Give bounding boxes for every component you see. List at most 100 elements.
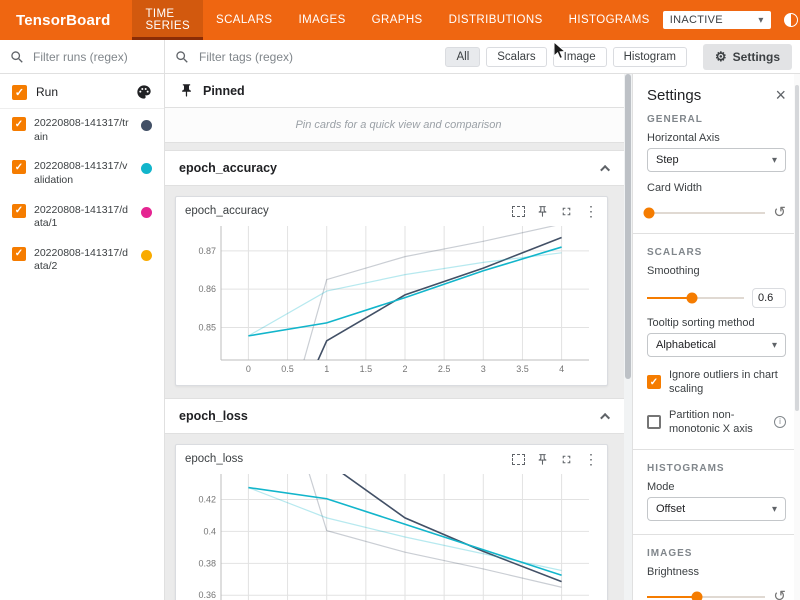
slider-thumb[interactable] bbox=[691, 591, 702, 600]
tag-filter-chips: All Scalars Image Histogram ⚙ Settings bbox=[445, 44, 792, 70]
chevron-up-icon[interactable] bbox=[600, 412, 610, 422]
tab-images[interactable]: IMAGES bbox=[286, 0, 359, 40]
pin-icon bbox=[179, 83, 194, 98]
status-dropdown[interactable]: INACTIVE ▾ bbox=[663, 11, 771, 29]
general-section-label: GENERAL bbox=[647, 114, 786, 125]
svg-text:0.87: 0.87 bbox=[198, 246, 216, 256]
epoch-loss-line-chart[interactable]: 00.511.522.533.540.360.380.40.42 bbox=[185, 468, 599, 600]
horizontal-axis-label: Horizontal Axis bbox=[647, 132, 786, 144]
reset-icon[interactable]: ↺ bbox=[773, 589, 786, 600]
images-section-label: IMAGES bbox=[647, 548, 786, 559]
fullscreen-icon[interactable] bbox=[560, 205, 573, 218]
section-body-epoch-loss: epoch_loss ⋮ bbox=[165, 434, 632, 600]
settings-button[interactable]: ⚙ Settings bbox=[703, 44, 792, 70]
svg-text:0: 0 bbox=[246, 364, 251, 374]
tensorboard-app: TensorBoard TIME SERIES SCALARS IMAGES G… bbox=[0, 0, 800, 600]
fullscreen-icon[interactable] bbox=[560, 453, 573, 466]
smoothing-value-input[interactable]: 0.6 bbox=[752, 288, 786, 308]
filter-tags-input[interactable] bbox=[197, 49, 427, 65]
chart-card-epoch-loss: epoch_loss ⋮ bbox=[175, 444, 608, 600]
svg-text:2: 2 bbox=[402, 364, 407, 374]
run-checkbox[interactable]: ✓ bbox=[12, 160, 26, 174]
more-options-icon[interactable]: ⋮ bbox=[584, 204, 598, 218]
horizontal-axis-select[interactable]: Step ▾ bbox=[647, 148, 786, 172]
chevron-down-icon: ▾ bbox=[772, 504, 777, 515]
run-color-dot bbox=[141, 207, 152, 218]
svg-text:0.86: 0.86 bbox=[198, 284, 216, 294]
select-all-runs-checkbox[interactable]: ✓ bbox=[12, 85, 27, 100]
svg-text:0.4: 0.4 bbox=[203, 526, 216, 536]
run-label: 20220808-141317/data/2 bbox=[34, 247, 133, 274]
slider-thumb[interactable] bbox=[644, 207, 655, 218]
runs-sidebar: ✓ Run ✓ 20220808-141317/train ✓ 20220808… bbox=[0, 40, 165, 600]
svg-text:1: 1 bbox=[324, 364, 329, 374]
run-color-dot bbox=[141, 250, 152, 261]
card-width-slider[interactable] bbox=[647, 212, 765, 214]
ignore-outliers-row[interactable]: ✓ Ignore outliers in chart scaling bbox=[647, 368, 786, 397]
scrollbar-thumb[interactable] bbox=[625, 74, 631, 379]
tab-time-series[interactable]: TIME SERIES bbox=[132, 0, 203, 40]
run-label: 20220808-141317/validation bbox=[34, 160, 133, 187]
pin-icon[interactable] bbox=[536, 453, 549, 466]
smoothing-label: Smoothing bbox=[647, 265, 786, 277]
pin-icon[interactable] bbox=[536, 205, 549, 218]
filter-chip-all[interactable]: All bbox=[445, 47, 480, 67]
filter-chip-histogram[interactable]: Histogram bbox=[613, 47, 687, 67]
svg-text:0.36: 0.36 bbox=[198, 590, 216, 600]
chevron-down-icon: ▾ bbox=[772, 155, 777, 166]
run-row-data-2[interactable]: ✓ 20220808-141317/data/2 bbox=[0, 239, 164, 282]
pinned-title: Pinned bbox=[203, 84, 245, 98]
smoothing-slider[interactable] bbox=[647, 297, 744, 299]
scrollbar-thumb[interactable] bbox=[795, 85, 799, 411]
tab-scalars[interactable]: SCALARS bbox=[203, 0, 286, 40]
slider-thumb[interactable] bbox=[686, 293, 697, 304]
settings-scrollbar[interactable] bbox=[794, 74, 800, 600]
run-checkbox[interactable]: ✓ bbox=[12, 204, 26, 218]
app-header: TensorBoard TIME SERIES SCALARS IMAGES G… bbox=[0, 0, 800, 40]
settings-panel: Settings × GENERAL Horizontal Axis Step … bbox=[632, 74, 800, 600]
tab-distributions[interactable]: DISTRIBUTIONS bbox=[436, 0, 556, 40]
brightness-label: Brightness bbox=[647, 566, 786, 578]
reset-icon[interactable]: ↺ bbox=[773, 205, 786, 220]
run-color-dot bbox=[141, 163, 152, 174]
run-color-dot bbox=[141, 120, 152, 131]
more-options-icon[interactable]: ⋮ bbox=[584, 452, 598, 466]
section-header-epoch-loss[interactable]: epoch_loss bbox=[165, 398, 632, 434]
run-checkbox[interactable]: ✓ bbox=[12, 117, 26, 131]
info-icon[interactable]: i bbox=[774, 416, 786, 428]
card-width-label: Card Width bbox=[647, 182, 786, 194]
run-label: 20220808-141317/train bbox=[34, 117, 133, 144]
selection-box-icon[interactable] bbox=[512, 206, 525, 217]
main-scrollbar[interactable] bbox=[624, 74, 632, 600]
svg-text:0.85: 0.85 bbox=[198, 322, 216, 332]
histogram-mode-select[interactable]: Offset ▾ bbox=[647, 497, 786, 521]
chart-card-epoch-accuracy: epoch_accuracy ⋮ bbox=[175, 196, 608, 386]
tab-graphs[interactable]: GRAPHS bbox=[359, 0, 436, 40]
theme-toggle-icon[interactable] bbox=[780, 9, 800, 31]
partition-x-axis-row[interactable]: Partition non-monotonic X axis i bbox=[647, 408, 786, 437]
palette-icon[interactable] bbox=[136, 84, 152, 100]
svg-text:4: 4 bbox=[559, 364, 564, 374]
tab-histograms[interactable]: HISTOGRAMS bbox=[556, 0, 663, 40]
run-row-data-1[interactable]: ✓ 20220808-141317/data/1 bbox=[0, 196, 164, 239]
tooltip-sort-select[interactable]: Alphabetical ▾ bbox=[647, 333, 786, 357]
svg-text:2.5: 2.5 bbox=[438, 364, 451, 374]
search-icon bbox=[10, 50, 24, 64]
scalars-section-label: SCALARS bbox=[647, 247, 786, 258]
chevron-up-icon[interactable] bbox=[600, 164, 610, 174]
filter-chip-image[interactable]: Image bbox=[553, 47, 607, 67]
ignore-outliers-checkbox[interactable]: ✓ bbox=[647, 375, 661, 389]
run-row-validation[interactable]: ✓ 20220808-141317/validation bbox=[0, 152, 164, 195]
filter-chip-scalars[interactable]: Scalars bbox=[486, 47, 546, 67]
run-row-train[interactable]: ✓ 20220808-141317/train bbox=[0, 109, 164, 152]
card-title: epoch_loss bbox=[185, 453, 243, 465]
section-header-epoch-accuracy[interactable]: epoch_accuracy bbox=[165, 150, 632, 186]
selection-box-icon[interactable] bbox=[512, 454, 525, 465]
epoch-accuracy-line-chart[interactable]: 00.511.522.533.540.850.860.87 bbox=[185, 220, 599, 378]
filter-runs-input[interactable] bbox=[31, 49, 154, 65]
close-icon[interactable]: × bbox=[775, 86, 786, 104]
brightness-slider[interactable] bbox=[647, 596, 765, 598]
chevron-down-icon: ▾ bbox=[758, 15, 763, 26]
run-checkbox[interactable]: ✓ bbox=[12, 247, 26, 261]
partition-x-axis-checkbox[interactable] bbox=[647, 415, 661, 429]
